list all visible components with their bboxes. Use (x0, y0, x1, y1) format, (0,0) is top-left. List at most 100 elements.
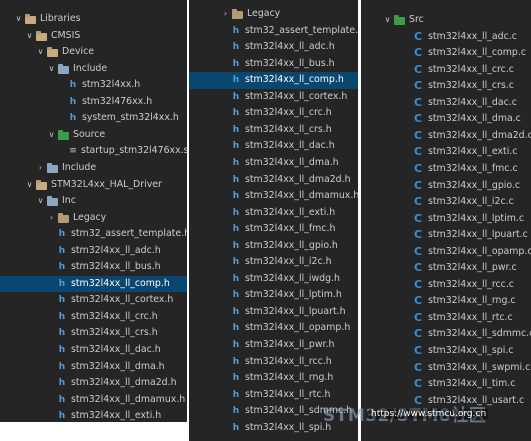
tree-file-row[interactable]: Cstm32l4xx_ll_comp.c (361, 45, 531, 62)
tree-item-label: stm32l4xx_ll_dma2d.h (245, 173, 351, 185)
tree-folder-row[interactable]: ∨ Src (361, 12, 531, 29)
tree-file-row[interactable]: h stm32l4xx.h (0, 77, 187, 94)
tree-file-row[interactable]: h stm32l4xx_ll_pwr.h (189, 337, 358, 354)
tree-item-label: stm32l4xx_ll_dac.h (71, 344, 161, 355)
tree-file-row[interactable]: h stm32l4xx_ll_lpuart.h (189, 304, 358, 321)
c-file-icon: C (413, 310, 423, 324)
tree-file-row[interactable]: h stm32l4xx_ll_dma2d.h (189, 172, 358, 189)
tree-file-row[interactable]: Cstm32l4xx_ll_usart.c (361, 393, 531, 410)
tree-file-row[interactable]: Cstm32l4xx_ll_swpmi.c (361, 360, 531, 377)
tree-file-row[interactable]: Cstm32l4xx_ll_lptim.c (361, 211, 531, 228)
tree-file-row[interactable]: h stm32l4xx_ll_dmamux.h (0, 392, 187, 409)
tree-file-row[interactable]: h stm32l4xx_ll_crs.h (0, 325, 187, 342)
tree-file-row[interactable]: Cstm32l4xx_ll_i2c.c (361, 194, 531, 211)
tree-file-row[interactable]: h stm32l4xx_ll_crc.h (0, 309, 187, 326)
tree-folder-row[interactable]: › Include (0, 160, 187, 177)
tree-file-row[interactable]: Cstm32l4xx_ll_crs.c (361, 78, 531, 95)
tree-folder-row[interactable]: ∨ STM32L4xx_HAL_Driver (0, 177, 187, 194)
chevron-down-icon[interactable]: ∨ (47, 127, 56, 144)
tree-file-row[interactable]: h stm32l4xx_ll_i2c.h (189, 254, 358, 271)
tree-file-row[interactable]: Cstm32l4xx_ll_rcc.c (361, 277, 531, 294)
chevron-down-icon[interactable]: ∨ (383, 12, 392, 29)
tree-file-row[interactable]: h stm32l4xx_ll_cortex.h (0, 292, 187, 309)
chevron-down-icon[interactable]: ∨ (47, 61, 56, 78)
tree-file-row[interactable]: Cstm32l4xx_ll_adc.c (361, 29, 531, 46)
tree-file-row[interactable]: h stm32l4xx_ll_exti.h (0, 408, 187, 422)
chevron-right-icon[interactable]: › (36, 160, 45, 177)
tree-file-row[interactable]: Cstm32l4xx_ll_rtc.c (361, 310, 531, 327)
tree-file-row[interactable]: Cstm32l4xx_ll_dma.c (361, 111, 531, 128)
tree-file-row[interactable]: Cstm32l4xx_ll_dma2d.c (361, 128, 531, 145)
tree-file-row[interactable]: Cstm32l4xx_ll_tim.c (361, 376, 531, 393)
tree-file-row[interactable]: h stm32l4xx_ll_dma.h (0, 359, 187, 376)
tree-file-row[interactable]: h stm32_assert_template.h (0, 226, 187, 243)
tree-file-row[interactable]: Cstm32l4xx_ll_crc.c (361, 62, 531, 79)
tree-file-row[interactable]: h stm32l4xx_ll_lptim.h (189, 287, 358, 304)
tree-item-label: stm32l4xx_ll_rcc.h (245, 355, 332, 367)
chevron-down-icon[interactable]: ∨ (36, 193, 45, 210)
tree-file-row[interactable]: h stm32l4xx_ll_dac.h (0, 342, 187, 359)
tree-folder-row[interactable]: ∨ Source (0, 127, 187, 144)
explorer-tree-left: ∨ Libraries ∨ CMSIS ∨ Device ∨ Include h stm32l4x… (0, 0, 187, 422)
tree-file-row[interactable]: h stm32l4xx_ll_dma2d.h (0, 375, 187, 392)
tree-folder-row[interactable]: › Legacy (0, 210, 187, 227)
tree-file-row[interactable]: Cstm32l4xx_ll_lpuart.c (361, 227, 531, 244)
tree-file-row[interactable]: h stm32l4xx_ll_iwdg.h (189, 271, 358, 288)
tree-file-row[interactable]: h stm32l4xx_ll_rcc.h (189, 354, 358, 371)
tree-file-row[interactable]: h stm32_assert_template.h (189, 23, 358, 40)
tree-file-row[interactable]: h stm32l4xx_ll_crc.h (189, 105, 358, 122)
tree-file-row[interactable]: h stm32l4xx_ll_dac.h (189, 138, 358, 155)
chevron-down-icon[interactable]: ∨ (36, 44, 45, 61)
header-file-icon: h (232, 191, 240, 202)
tree-file-row[interactable]: h stm32l4xx_ll_opamp.h (189, 320, 358, 337)
tree-file-row[interactable]: h stm32l4xx_ll_comp.h (189, 72, 358, 89)
tree-file-row[interactable]: Cstm32l4xx_ll_opamp.c (361, 244, 531, 261)
tree-file-row[interactable]: h stm32l4xx_ll_spi.h (189, 420, 358, 437)
chevron-down-icon[interactable]: ∨ (25, 28, 34, 45)
tree-file-row[interactable]: h stm32l4xx_ll_adc.h (0, 243, 187, 260)
tree-item-label: stm32l4xx_ll_iwdg.h (245, 272, 340, 284)
header-file-icon: h (58, 394, 66, 405)
tree-folder-row[interactable]: ∨ Include (0, 61, 187, 78)
header-file-icon: h (58, 295, 66, 306)
tree-file-row[interactable]: h stm32l4xx_ll_bus.h (189, 56, 358, 73)
tree-folder-row[interactable]: ∨ Inc (0, 193, 187, 210)
tree-file-row[interactable]: h stm32l4xx_ll_dmamux.h (189, 188, 358, 205)
tree-file-row[interactable]: h stm32l4xx_ll_bus.h (0, 259, 187, 276)
tree-file-row[interactable]: Cstm32l4xx_ll_spi.c (361, 343, 531, 360)
tree-file-row[interactable]: ≡ startup_stm32l476xx.s (0, 143, 187, 160)
chevron-down-icon[interactable]: ∨ (14, 11, 23, 28)
tree-folder-row[interactable]: › Legacy (189, 6, 358, 23)
tree-file-row[interactable]: h stm32l4xx_ll_cortex.h (189, 89, 358, 106)
tree-item-label: stm32l4xx_ll_comp.h (245, 74, 344, 86)
tree-file-row[interactable]: h stm32l4xx_ll_crs.h (189, 122, 358, 139)
header-file-icon: h (58, 229, 66, 240)
tree-file-row[interactable]: h stm32l4xx_ll_adc.h (189, 39, 358, 56)
tree-file-row[interactable]: h system_stm32l4xx.h (0, 110, 187, 127)
tree-file-row[interactable]: h stm32l4xx_ll_exti.h (189, 205, 358, 222)
tree-file-row[interactable]: h stm32l4xx_ll_sdmmc.h (189, 403, 358, 420)
tree-file-row[interactable]: h stm32l476xx.h (0, 94, 187, 111)
tree-file-row[interactable]: h stm32l4xx_ll_comp.h (0, 275, 187, 293)
tree-folder-row[interactable]: ∨ Libraries (0, 11, 187, 28)
tree-file-row[interactable]: Cstm32l4xx_ll_sdmmc.c (361, 326, 531, 343)
chevron-right-icon[interactable]: › (47, 210, 56, 227)
tree-file-row[interactable]: Cstm32l4xx_ll_dac.c (361, 95, 531, 112)
tree-file-row[interactable]: h stm32l4xx_ll_dma.h (189, 155, 358, 172)
chevron-down-icon[interactable]: ∨ (25, 177, 34, 194)
explorer-tree-middle: › Legacy h stm32_assert_template.h h stm32l4x… (189, 0, 358, 441)
tree-file-row[interactable]: h stm32l4xx_ll_rtc.h (189, 387, 358, 404)
tree-file-row[interactable]: Cstm32l4xx_ll_exti.c (361, 144, 531, 161)
tree-file-row[interactable]: h stm32l4xx_ll_rng.h (189, 370, 358, 387)
tree-folder-row[interactable]: ∨ Device (0, 44, 187, 61)
tree-item-label: stm32l4xx_ll_crs.h (245, 123, 332, 135)
tree-file-row[interactable]: h stm32l4xx_ll_gpio.h (189, 238, 358, 255)
tree-file-row[interactable]: Cstm32l4xx_ll_fmc.c (361, 161, 531, 178)
tree-file-row[interactable]: Cstm32l4xx_ll_rng.c (361, 293, 531, 310)
chevron-right-icon[interactable]: › (221, 6, 230, 23)
tree-folder-row[interactable]: ∨ CMSIS (0, 28, 187, 45)
tree-file-row[interactable]: Cstm32l4xx_ll_gpio.c (361, 178, 531, 195)
tree-file-row[interactable]: Cstm32l4xx_ll_pwr.c (361, 260, 531, 277)
tree-file-row[interactable]: h stm32l4xx_ll_fmc.h (189, 221, 358, 238)
header-file-icon: h (58, 378, 66, 389)
